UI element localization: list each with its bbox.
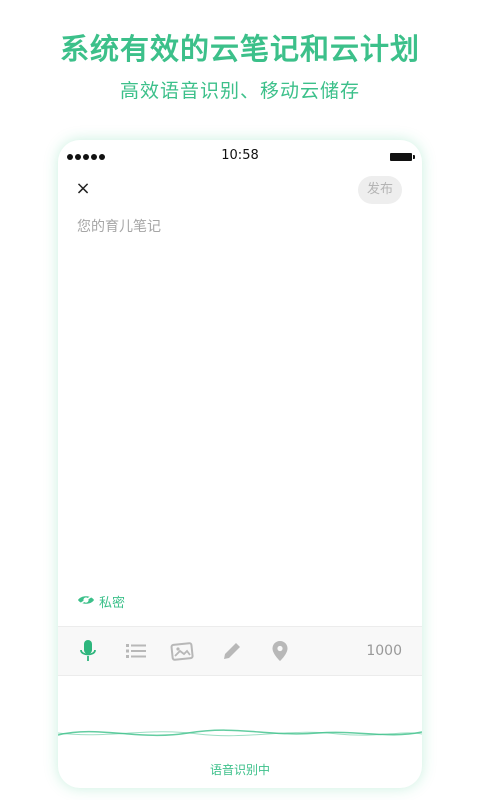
pencil-icon[interactable] [220, 639, 244, 663]
private-toggle[interactable]: 私密 [77, 592, 125, 611]
list-icon[interactable] [124, 639, 148, 663]
status-bar: 10:58 [58, 140, 422, 172]
banner-subtitle: 高效语音识别、移动云储存 [119, 80, 360, 102]
private-label: 私密 [99, 596, 126, 611]
eye-icon [77, 594, 95, 610]
image-icon[interactable] [170, 639, 194, 663]
banner-title: 系统有效的云笔记和云计划 [59, 32, 420, 66]
voice-status: 语音识别中 [209, 763, 270, 777]
phone-frame: 10:58 × 发布 私密 [58, 140, 422, 788]
location-pin-icon[interactable] [268, 639, 292, 663]
voice-panel: 语音识别中 [58, 675, 422, 788]
battery-icon [390, 153, 415, 161]
note-input[interactable] [77, 216, 397, 576]
publish-button[interactable]: 发布 [358, 176, 402, 204]
char-count: 1000 [366, 643, 402, 659]
microphone-icon[interactable] [76, 639, 100, 663]
toolbar: 1000 [58, 626, 422, 676]
status-time: 10:58 [221, 148, 259, 163]
voice-waveform [58, 729, 422, 737]
close-button[interactable]: × [72, 178, 94, 200]
